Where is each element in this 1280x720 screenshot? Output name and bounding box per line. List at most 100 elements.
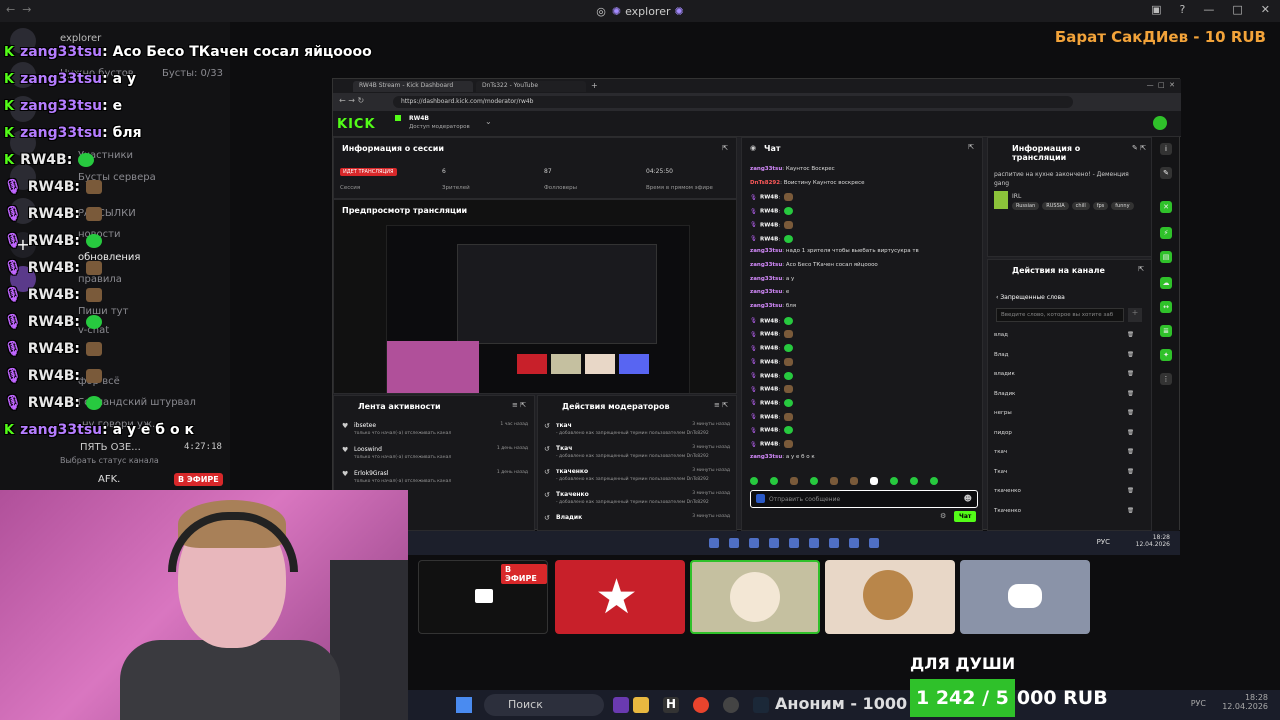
banned-words-title[interactable]: ‹ Запрещенные слова — [996, 294, 1065, 301]
steam-icon[interactable] — [753, 697, 769, 713]
chat-message[interactable]: 🎙 RW4B: — [750, 371, 793, 380]
bolt-icon[interactable]: ⚡ — [1160, 227, 1172, 239]
filter-icon[interactable]: ≡ ⇱ — [714, 401, 728, 409]
h-icon[interactable]: H — [663, 697, 679, 713]
chrome-icon[interactable] — [693, 697, 709, 713]
channel-status[interactable]: Выбрать статус канала — [60, 456, 159, 465]
chat-message[interactable]: 🎙 RW4B: — [750, 426, 793, 435]
expand-icon[interactable]: ⇱ — [722, 144, 728, 152]
chat-username[interactable]: zang33tsu — [750, 262, 782, 268]
banned-word-input[interactable]: Введите слово, которое вы хотите заб — [996, 308, 1124, 322]
chat-message[interactable]: DnTs8292: Воистину Каунтос воскресе — [750, 180, 865, 186]
chat-message[interactable]: zang33tsu: Каунтос Воскрес — [750, 166, 835, 172]
chat-username[interactable]: DnTs8292 — [750, 180, 780, 186]
chat-username[interactable]: zang33tsu — [750, 166, 782, 172]
chat-bubble-icon[interactable]: ☁ — [1160, 277, 1172, 289]
chat-message[interactable]: 🎙 RW4B: — [750, 385, 793, 394]
stream-tag[interactable]: funny — [1111, 202, 1134, 210]
inner-lang[interactable]: РУС — [1097, 538, 1110, 546]
chevron-down-icon[interactable]: ⌄ — [485, 117, 492, 126]
chat-message[interactable]: 🎙 RW4B: — [750, 398, 793, 407]
chat-message[interactable]: 🎙 RW4B: — [750, 234, 793, 243]
trash-icon[interactable]: 🗑 — [1127, 410, 1134, 416]
app-icon[interactable] — [848, 538, 859, 548]
new-tab-icon[interactable]: + — [591, 81, 598, 90]
chat-message[interactable]: 🎙 RW4B: — [750, 316, 793, 325]
scene-avatar2[interactable] — [825, 560, 955, 634]
chat-message[interactable]: zang33tsu: е — [750, 289, 789, 295]
emote-bar[interactable] — [750, 477, 978, 487]
chat-username[interactable]: zang33tsu — [750, 289, 782, 295]
tab-kick-dashboard[interactable]: RW4B Stream - Kick Dashboard — [353, 81, 473, 92]
taskbar-search[interactable]: Поиск — [484, 694, 604, 716]
nav-arrows[interactable]: ← → — [6, 3, 31, 16]
chat-message[interactable]: zang33tsu: надо 1 зрителя чтобы выебать … — [750, 248, 919, 254]
list-icon[interactable]: ≣ — [1160, 325, 1172, 337]
pin-icon[interactable]: ▣ — [1151, 3, 1161, 16]
nav-icons[interactable]: ← → ↻ — [339, 96, 364, 105]
chat-message[interactable]: zang33tsu: а у е б о к — [750, 454, 815, 460]
chat-username[interactable]: zang33tsu — [750, 303, 782, 309]
scene-discord[interactable] — [960, 560, 1090, 634]
chat-username[interactable]: RW4B — [760, 346, 778, 352]
doc-icon[interactable]: ▤ — [1160, 251, 1172, 263]
scene-star[interactable]: ★ — [555, 560, 685, 634]
taskbar-lang[interactable]: РУС — [1191, 699, 1206, 708]
filter-icon[interactable]: ≡ ⇱ — [512, 401, 526, 409]
trash-icon[interactable]: 🗑 — [1127, 332, 1134, 338]
undo-icon[interactable]: ↺ — [544, 445, 550, 453]
expand-icon[interactable]: ⇱ — [968, 143, 974, 151]
stream-tag[interactable]: Russian — [1012, 202, 1040, 210]
chat-username[interactable]: RW4B — [760, 387, 778, 393]
chat-input[interactable]: Отправить сообщение ☻ — [750, 490, 978, 508]
chat-username[interactable]: zang33tsu — [750, 248, 782, 254]
trash-icon[interactable]: 🗑 — [1127, 352, 1134, 358]
close-icon[interactable]: ✕ — [1261, 3, 1270, 16]
maximize-icon[interactable]: □ — [1232, 3, 1242, 16]
chat-message[interactable]: zang33tsu: бля — [750, 303, 796, 309]
chat-username[interactable]: RW4B — [760, 209, 778, 215]
app-icon[interactable] — [828, 538, 839, 548]
trash-icon[interactable]: 🗑 — [1127, 391, 1134, 397]
chat-username[interactable]: RW4B — [760, 195, 778, 201]
chat-username[interactable]: RW4B — [760, 428, 778, 434]
chat-message[interactable]: 🎙 RW4B: — [750, 412, 793, 421]
url-input[interactable]: https://dashboard.kick.com/moderator/rw4… — [393, 96, 1073, 108]
start-icon[interactable] — [708, 538, 719, 548]
chat-message[interactable]: 🎙 RW4B: — [750, 207, 793, 216]
pencil-icon[interactable]: ✎ — [1160, 167, 1172, 179]
chat-message[interactable]: 🎙 RW4B: — [750, 330, 793, 339]
chat-username[interactable]: zang33tsu — [750, 276, 782, 282]
stream-tag[interactable]: chill — [1071, 202, 1090, 210]
windows-start-icon[interactable] — [456, 697, 472, 713]
edit-expand-icons[interactable]: ✎ ⇱ — [1132, 144, 1146, 152]
emoji-icon[interactable]: ☻ — [964, 494, 972, 503]
user-afk[interactable]: AFK. — [98, 474, 120, 485]
trash-icon[interactable]: 🗑 — [1127, 371, 1134, 377]
apps-icon[interactable]: ⋮ — [1160, 373, 1172, 385]
chat-username[interactable]: RW4B — [760, 236, 778, 242]
settings-icon[interactable]: ⚙ — [940, 512, 946, 520]
chat-message[interactable]: 🎙 RW4B: — [750, 357, 793, 366]
folder-icon[interactable] — [633, 697, 649, 713]
app-icon[interactable] — [788, 538, 799, 548]
trash-icon[interactable]: 🗑 — [1127, 508, 1134, 514]
app-icon[interactable] — [728, 538, 739, 548]
obs-icon[interactable] — [723, 697, 739, 713]
chat-message[interactable]: 🎙 RW4B: — [750, 440, 793, 448]
stream-tag[interactable]: fps — [1092, 202, 1109, 210]
chat-message[interactable]: 🎙 RW4B: — [750, 344, 793, 353]
chat-username[interactable]: RW4B — [760, 222, 778, 228]
info-icon[interactable]: i — [1160, 143, 1172, 155]
undo-icon[interactable]: ↺ — [544, 491, 550, 499]
undo-icon[interactable]: ↺ — [544, 514, 550, 522]
trash-icon[interactable]: 🗑 — [1127, 449, 1134, 455]
trash-icon[interactable]: 🗑 — [1127, 469, 1134, 475]
scene-desktop[interactable]: В ЭФИРЕ — [418, 560, 548, 634]
app-icon[interactable] — [868, 538, 879, 548]
undo-icon[interactable]: ↺ — [544, 422, 550, 430]
chat-message[interactable]: 🎙 RW4B: — [750, 193, 793, 202]
app-icon[interactable] — [748, 538, 759, 548]
window-controls[interactable]: ▣ ? — □ ✕ — [1151, 3, 1270, 16]
chat-username[interactable]: RW4B — [760, 318, 778, 324]
